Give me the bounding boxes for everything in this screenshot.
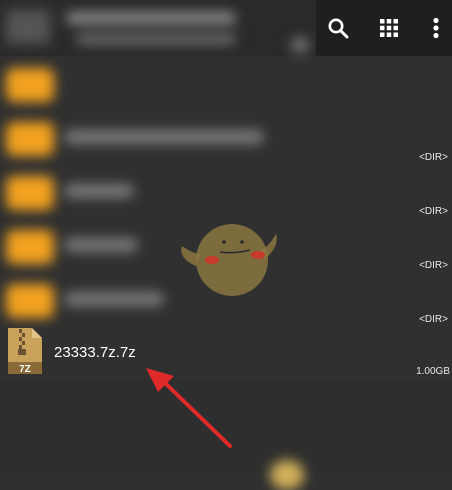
zip-icon-label: 7Z [19, 364, 31, 375]
folder-row[interactable] [0, 58, 452, 112]
folder-icon [6, 176, 54, 210]
zip-file-icon: 7Z [8, 328, 42, 375]
dir-label: <DIR> [419, 152, 448, 163]
search-icon[interactable] [320, 10, 356, 46]
top-bar [0, 0, 452, 56]
folder-name [64, 130, 264, 144]
path-title [66, 12, 236, 24]
dir-label: <DIR> [419, 206, 448, 217]
folder-icon [6, 284, 54, 318]
folder-name [64, 292, 164, 306]
path-extra [292, 38, 308, 52]
folder-name [64, 238, 138, 252]
path-header [0, 0, 316, 56]
path-subtitle [76, 34, 236, 44]
folder-icon [6, 122, 54, 156]
folder-name [64, 184, 134, 198]
red-arrow-icon [146, 368, 232, 448]
file-size: 1.00GB [416, 366, 450, 377]
back-button[interactable] [6, 10, 50, 44]
file-name: 23333.7z.7z [54, 344, 136, 361]
folder-icon [6, 68, 54, 102]
mascot-watermark-icon [181, 224, 277, 296]
bottom-floating-icon [270, 460, 304, 490]
dir-label: <DIR> [419, 260, 448, 271]
folder-icon [6, 230, 54, 264]
action-panel [316, 0, 452, 56]
more-vert-icon[interactable] [418, 10, 452, 46]
grid-view-icon[interactable] [371, 10, 407, 46]
folder-row[interactable]: <DIR> [0, 112, 452, 166]
